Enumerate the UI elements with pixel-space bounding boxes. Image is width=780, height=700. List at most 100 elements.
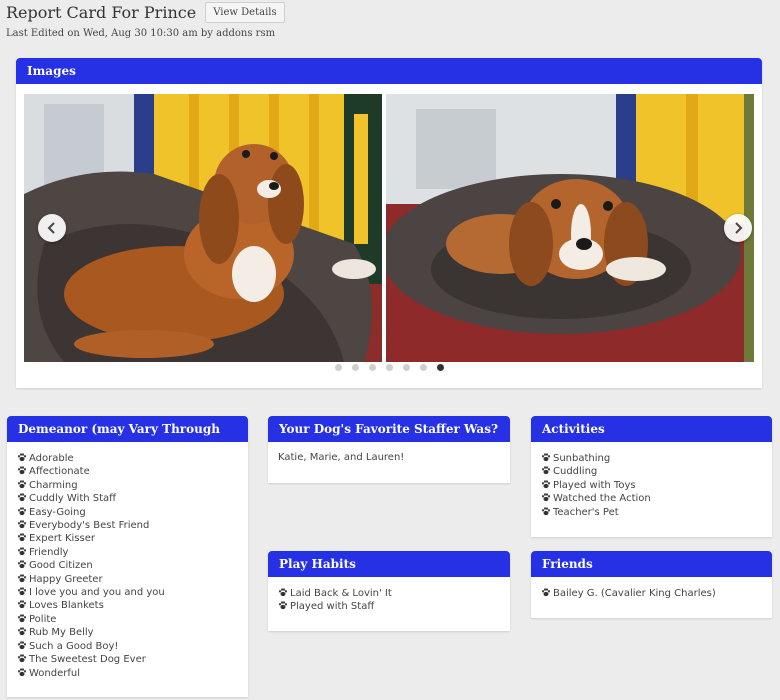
carousel-dot[interactable]	[402, 364, 410, 371]
paw-icon	[541, 492, 551, 502]
friends-panel: Friends Bailey G. (Cavalier King Charles…	[531, 551, 772, 618]
friends-list: Bailey G. (Cavalier King Charles)	[541, 587, 762, 600]
image-carousel[interactable]	[24, 94, 754, 362]
list-item-label: Sunbathing	[553, 453, 611, 464]
demeanor-panel-title: Demeanor (may Vary Through Day)	[7, 416, 248, 462]
carousel-dot[interactable]	[436, 364, 444, 371]
play-habits-panel: Play Habits Laid Back & Lovin' It Played …	[268, 551, 510, 631]
paw-icon	[17, 452, 27, 462]
paw-icon	[541, 587, 551, 597]
activities-panel: Activities Sunbathing Cuddling Played with…	[531, 416, 772, 537]
paw-icon	[17, 519, 27, 529]
list-item-label: Friendly	[29, 546, 69, 558]
list-item: Loves Blankets	[17, 599, 238, 612]
staffer-panel-title: Your Dog's Favorite Staffer Was?	[268, 416, 510, 442]
list-item-label: Played with Staff	[290, 601, 375, 613]
list-item: Everybody's Best Friend	[17, 519, 238, 532]
list-item: Bailey G. (Cavalier King Charles)	[541, 587, 762, 600]
paw-icon	[541, 465, 551, 475]
carousel-dot[interactable]	[334, 364, 342, 371]
paw-icon	[17, 532, 27, 542]
paw-icon	[17, 465, 27, 475]
list-item: Played with Toys	[541, 479, 762, 492]
list-item: Cuddling	[541, 465, 762, 478]
list-item-label: Happy Greeter	[29, 573, 103, 585]
list-item-label: Good Citizen	[29, 560, 93, 572]
list-item: Watched the Action	[541, 492, 762, 505]
list-item-label: Teacher's Pet	[553, 506, 619, 518]
dog-photo-1	[24, 94, 382, 362]
dog-photo-2	[386, 94, 754, 362]
play-habits-panel-title: Play Habits	[268, 551, 510, 577]
list-item: I love you and you and you	[17, 586, 238, 599]
list-item: Laid Back & Lovin' It	[278, 587, 500, 600]
list-item-label: Played with Toys	[553, 479, 636, 491]
page-title: Report Card For Prince	[6, 3, 197, 22]
list-item: Wonderful	[17, 667, 238, 680]
paw-icon	[541, 479, 551, 489]
paw-icon	[17, 640, 27, 650]
list-item: Cuddly With Staff	[17, 492, 238, 505]
paw-icon	[541, 452, 551, 462]
list-item: Easy-Going	[17, 506, 238, 519]
list-item-label: Laid Back & Lovin' It	[290, 588, 392, 599]
list-item: Friendly	[17, 546, 238, 559]
list-item: Charming	[17, 479, 238, 492]
carousel-dot[interactable]	[385, 364, 393, 371]
list-item-label: Such a Good Boy!	[29, 640, 119, 652]
carousel-dot[interactable]	[351, 364, 359, 371]
chevron-right-icon	[735, 222, 743, 234]
list-item-label: Bailey G. (Cavalier King Charles)	[553, 588, 716, 599]
list-item-label: Easy-Going	[29, 506, 86, 518]
carousel-dot[interactable]	[419, 364, 427, 371]
paw-icon	[278, 600, 288, 610]
paw-icon	[17, 586, 27, 596]
list-item: Played with Staff	[278, 600, 500, 613]
list-item: Good Citizen	[17, 559, 238, 572]
carousel-dot[interactable]	[368, 364, 376, 371]
demeanor-list: Adorable Affectionate Charming Cuddly With …	[17, 452, 238, 680]
list-item: Such a Good Boy!	[17, 640, 238, 653]
list-item-label: Adorable	[29, 453, 74, 464]
list-item-label: Cuddly With Staff	[29, 493, 117, 505]
paw-icon	[541, 506, 551, 516]
carousel-prev-button[interactable]	[38, 214, 66, 242]
list-item-label: The Sweetest Dog Ever	[29, 654, 146, 666]
carousel-next-button[interactable]	[724, 214, 752, 242]
list-item-label: Cuddling	[553, 466, 598, 478]
paw-icon	[17, 626, 27, 636]
list-item-label: I love you and you and you	[29, 587, 165, 599]
view-details-button[interactable]: View Details	[205, 2, 285, 23]
list-item: Polite	[17, 613, 238, 626]
list-item: Sunbathing	[541, 452, 762, 465]
paw-icon	[17, 559, 27, 569]
carousel-pagination	[16, 364, 762, 371]
list-item: Rub My Belly	[17, 626, 238, 639]
last-edited-text: Last Edited on Wed, Aug 30 10:30 am by a…	[6, 28, 276, 39]
list-item: Happy Greeter	[17, 573, 238, 586]
list-item-label: Watched the Action	[553, 493, 651, 505]
list-item-label: Everybody's Best Friend	[29, 520, 150, 532]
chevron-left-icon	[47, 222, 55, 234]
list-item: Expert Kisser	[17, 532, 238, 545]
list-item: The Sweetest Dog Ever	[17, 653, 238, 666]
images-panel: Images	[16, 58, 762, 388]
paw-icon	[17, 613, 27, 623]
paw-icon	[17, 653, 27, 663]
activities-panel-title: Activities	[531, 416, 772, 442]
list-item-label: Polite	[29, 613, 57, 625]
paw-icon	[17, 506, 27, 516]
list-item-label: Rub My Belly	[29, 627, 94, 639]
play-habits-list: Laid Back & Lovin' It Played with Staff	[278, 587, 500, 614]
list-item-label: Expert Kisser	[29, 533, 95, 545]
paw-icon	[278, 587, 288, 597]
friends-panel-title: Friends	[531, 551, 772, 577]
list-item-label: Wonderful	[29, 667, 81, 679]
paw-icon	[17, 546, 27, 556]
list-item-label: Loves Blankets	[29, 600, 104, 612]
list-item-label: Affectionate	[29, 466, 90, 478]
activities-list: Sunbathing Cuddling Played with Toys Watche…	[541, 452, 762, 519]
demeanor-panel: Demeanor (may Vary Through Day) Adorable…	[7, 416, 248, 697]
paw-icon	[17, 573, 27, 583]
page-header: Report Card For Prince View Details Last…	[6, 2, 285, 39]
